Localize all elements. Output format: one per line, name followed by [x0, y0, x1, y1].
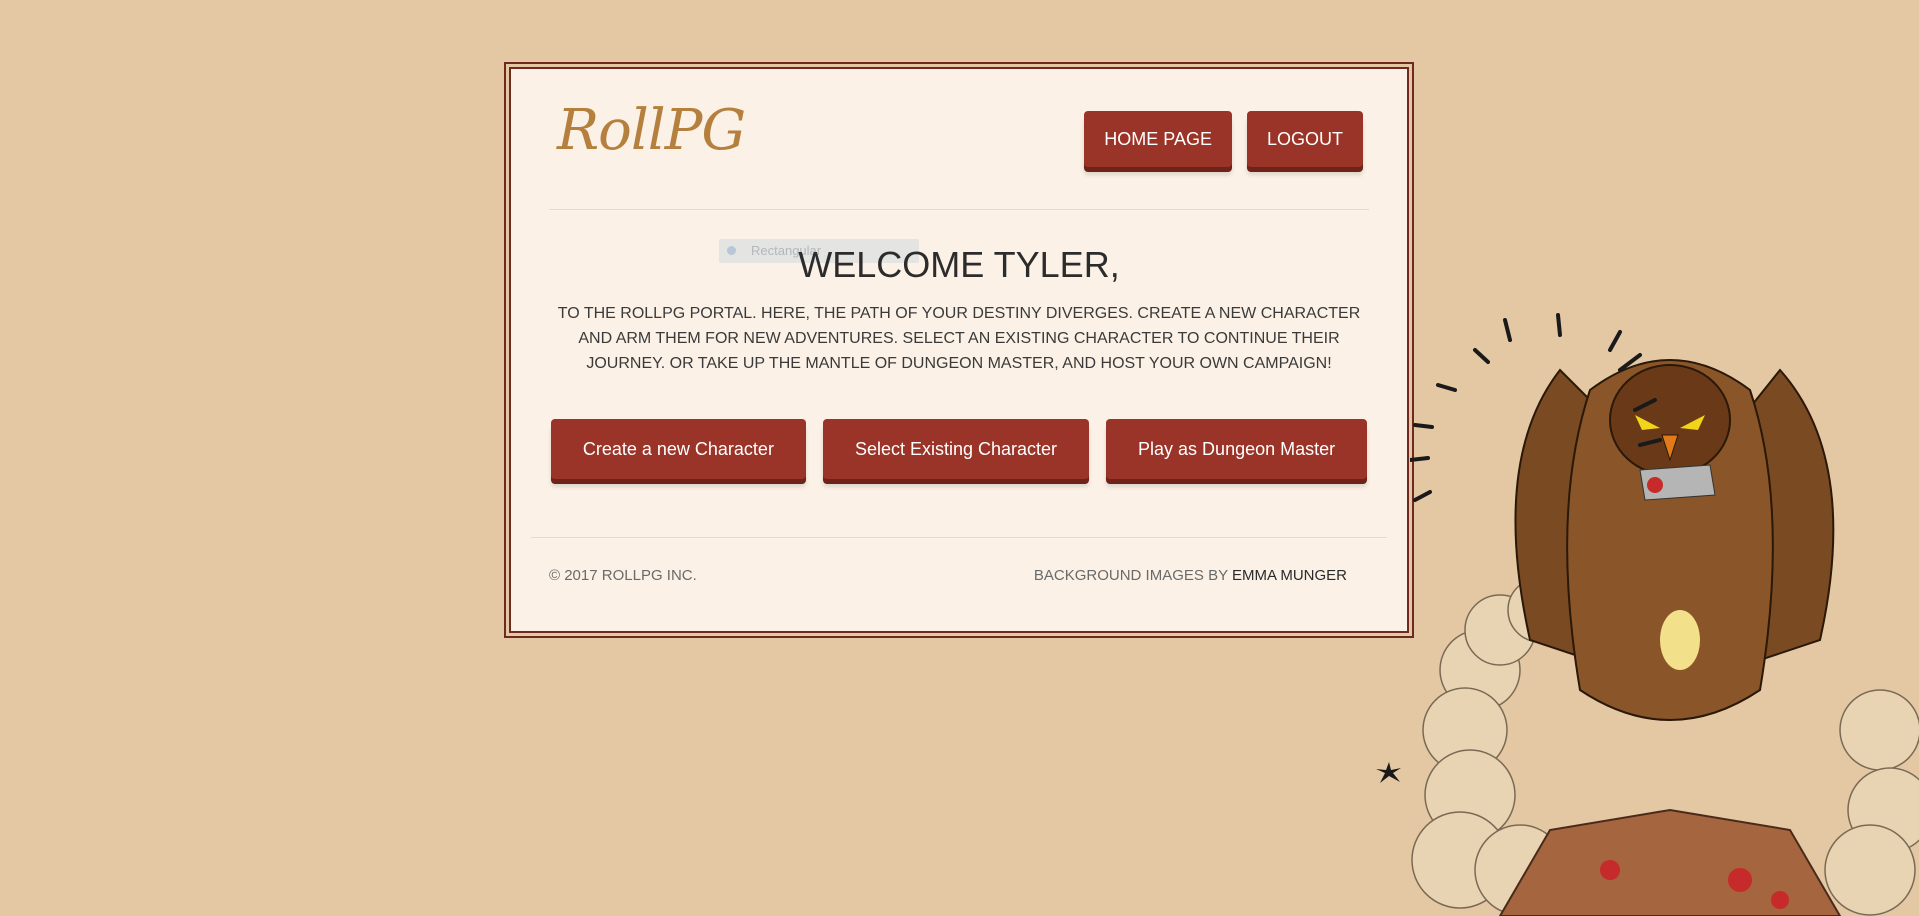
logout-button[interactable]: LOGOUT: [1246, 111, 1363, 167]
footer-divider: [531, 537, 1387, 538]
create-character-button[interactable]: Create a new Character: [550, 419, 806, 479]
splat-icon: [1376, 762, 1401, 783]
copyright: © 2017 ROLLPG INC.: [549, 567, 697, 584]
image-credit: BACKGROUND IMAGES BY EMMA MUNGER: [1034, 567, 1347, 584]
image-credit-prefix: BACKGROUND IMAGES BY: [1033, 567, 1232, 584]
welcome-intro: TO THE ROLLPG PORTAL. HERE, THE PATH OF …: [557, 305, 1361, 372]
home-page-button[interactable]: HOME PAGE: [1084, 111, 1232, 167]
welcome-title: WELCOME TYLER,: [798, 244, 1120, 285]
dungeon-master-button[interactable]: Play as Dungeon Master: [1106, 419, 1368, 479]
brand-logo[interactable]: RollPG: [557, 103, 746, 159]
action-buttons: Create a new Character Select Existing C…: [511, 419, 1407, 479]
page: RollPG HOME PAGE LOGOUT Rectangular WELC…: [0, 0, 1919, 916]
owl-monster-illustration-icon: [1410, 313, 1919, 916]
artist-link[interactable]: EMMA MUNGER: [1232, 567, 1347, 584]
main-card: RollPG HOME PAGE LOGOUT Rectangular WELC…: [504, 62, 1414, 638]
header-divider: [549, 209, 1369, 210]
select-character-button[interactable]: Select Existing Character: [822, 419, 1090, 479]
top-nav: HOME PAGE LOGOUT: [1084, 111, 1363, 167]
main-card-inner: RollPG HOME PAGE LOGOUT Rectangular WELC…: [509, 67, 1409, 633]
